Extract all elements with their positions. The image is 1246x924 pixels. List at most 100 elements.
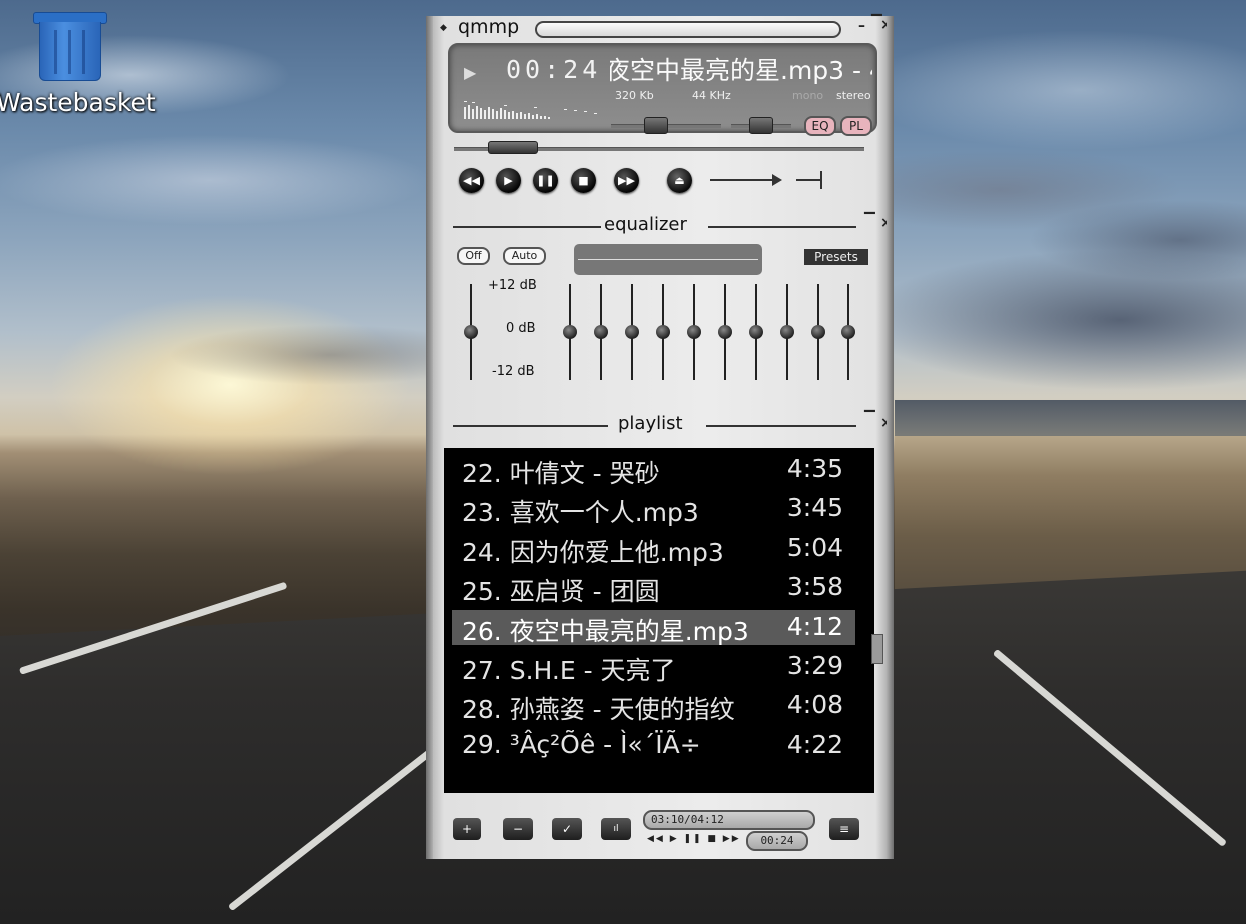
eq-curve-graph [574,244,762,275]
playlist-row-duration: 3:29 [786,651,843,680]
eq-band-slider[interactable] [748,284,764,380]
desktop-icon-wastebasket[interactable]: Wastebasket [0,8,156,128]
window-title: qmmp [458,16,520,38]
eq-band-slider[interactable] [562,284,578,380]
eq-slider-knob[interactable] [780,325,794,339]
previous-button[interactable]: ◀◀ [459,168,484,193]
stop-icon: ■ [578,174,589,187]
playlist-row-title: 28. 孙燕姿 - 天使的指纹 [462,695,735,725]
playlist-row-title: 25. 巫启贤 - 团圆 [462,577,660,607]
eq-slider-knob[interactable] [563,325,577,339]
eq-slider-knob[interactable] [687,325,701,339]
playlist-row-title: 23. 喜欢一个人.mp3 [462,498,699,528]
equalizer-title: equalizer [604,214,687,235]
db-mid-label: 0 dB [506,321,536,336]
playlist-row-title: 26. 夜空中最亮的星.mp3 [462,616,749,646]
volume-slider[interactable] [644,117,668,134]
eq-band-slider[interactable] [686,284,702,380]
eq-band-slider[interactable] [593,284,609,380]
balance-slider[interactable] [749,117,773,134]
playlist-menu-button[interactable]: ≡ [829,818,859,840]
playlist-total-time: 03:10/04:12 [643,810,815,830]
eq-slider-knob[interactable] [718,325,732,339]
elapsed-time[interactable]: 00:24 [506,55,601,84]
menu-diamond-icon[interactable]: ◆ [440,23,447,33]
eq-band-slider[interactable] [779,284,795,380]
play-status-icon: ▶ [464,63,477,82]
eq-auto-button[interactable]: Auto [503,247,546,265]
mono-indicator: mono [792,89,824,102]
playlist-mini-controls[interactable]: ◀◀ ▶ ❚❚ ■ ▶▶ ⏏ [647,834,756,844]
eq-presets-button[interactable]: Presets [804,249,868,265]
eq-slider-knob[interactable] [656,325,670,339]
playlist-row-duration: 4:22 [786,729,843,759]
title-groove [535,21,841,38]
eq-band-slider[interactable] [840,284,856,380]
eq-off-button[interactable]: Off [457,247,490,265]
eq-slider-knob[interactable] [464,325,478,339]
next-icon: ▶▶ [618,174,635,187]
playlist-row[interactable]: 29. ³Âç²Õê - Ì«´ÏÃ÷ 4:22 [452,728,855,763]
playlist-close-button[interactable]: × [880,416,892,430]
playlist-add-button[interactable]: + [453,818,481,840]
shuffle-bar-icon[interactable] [796,179,820,181]
eq-toggle-button[interactable]: EQ [804,116,836,136]
playlist-row-duration: 4:08 [786,690,843,720]
eq-close-button[interactable]: × [880,216,892,230]
playlist-row[interactable]: 28. 孙燕姿 - 天使的指纹 4:08 [452,688,855,725]
stop-button[interactable]: ■ [571,168,596,193]
eq-shade-button[interactable]: ▔ [864,214,875,228]
playlist-row[interactable]: 24. 因为你爱上他.mp3 5:04 [452,531,855,567]
playlist-row-duration: 4:35 [786,454,843,483]
playlist-toggle-button[interactable]: PL [840,116,872,136]
playlist-current-time: 00:24 [746,831,808,851]
playlist-row-duration: 3:58 [786,572,843,602]
repeat-arrow-icon[interactable] [710,179,778,181]
close-button[interactable]: × [880,18,892,32]
spectrum-visualizer[interactable] [464,97,604,119]
db-low-label: -12 dB [492,364,535,379]
playlist-shade-button[interactable]: ▔ [864,412,875,426]
eq-band-slider[interactable] [810,284,826,380]
playlist-row-title: 27. S.H.E - 天亮了 [462,656,676,685]
playlist-scrollbar[interactable] [871,634,883,664]
eq-band-slider[interactable] [624,284,640,380]
eq-preamp-slider[interactable] [463,284,479,380]
playlist-row[interactable]: 26. 夜空中最亮的星.mp3 4:12 [452,609,855,646]
playlist-row[interactable]: 22. 叶倩文 - 哭砂 4:35 [452,452,855,488]
db-high-label: +12 dB [488,278,537,293]
pl-header-line-right [706,425,856,427]
pause-icon: ❚❚ [536,174,555,187]
playlist-sort-button[interactable]: ıl [601,818,631,840]
qmmp-window: ◆ qmmp – ▔ × ▶ 00:24 夜空中最亮的星.mp3 - 4:12 … [426,16,894,859]
eq-band-slider[interactable] [655,284,671,380]
playlist-row[interactable]: 27. S.H.E - 天亮了 3:29 [452,649,855,685]
eq-header-line-left [453,226,601,228]
samplerate-label: 44 KHz [692,89,731,102]
playlist-select-button[interactable]: ✓ [552,818,582,840]
scrolling-title-text: 夜空中最亮的星.mp3 - 4:12 [610,56,872,85]
playlist-row-duration: 3:45 [786,493,843,523]
eq-slider-knob[interactable] [594,325,608,339]
playlist-row-title: 24. 因为你爱上他.mp3 [462,537,724,567]
eject-button[interactable]: ⏏ [667,168,692,193]
eq-header-line-right [708,226,856,228]
playlist-list[interactable]: 22. 叶倩文 - 哭砂 4:35 23. 喜欢一个人.mp3 3:45 24. 因为你… [444,448,874,793]
eq-slider-knob[interactable] [841,325,855,339]
eq-slider-knob[interactable] [749,325,763,339]
seek-slider[interactable] [488,141,538,154]
playlist-row[interactable]: 23. 喜欢一个人.mp3 3:45 [452,491,855,528]
play-button[interactable]: ▶ [496,168,521,193]
previous-icon: ◀◀ [463,174,480,187]
repeat-arrowhead [772,174,782,186]
playlist-row[interactable]: 25. 巫启贤 - 团圆 3:58 [452,570,855,607]
playlist-remove-button[interactable]: − [503,818,533,840]
eq-slider-knob[interactable] [625,325,639,339]
pause-button[interactable]: ❚❚ [533,168,558,193]
eq-slider-knob[interactable] [811,325,825,339]
title-bar[interactable]: ◆ qmmp – ▔ × [438,16,892,42]
play-icon: ▶ [504,174,513,187]
next-button[interactable]: ▶▶ [614,168,639,193]
minimize-button[interactable]: – [858,19,865,33]
eq-band-slider[interactable] [717,284,733,380]
